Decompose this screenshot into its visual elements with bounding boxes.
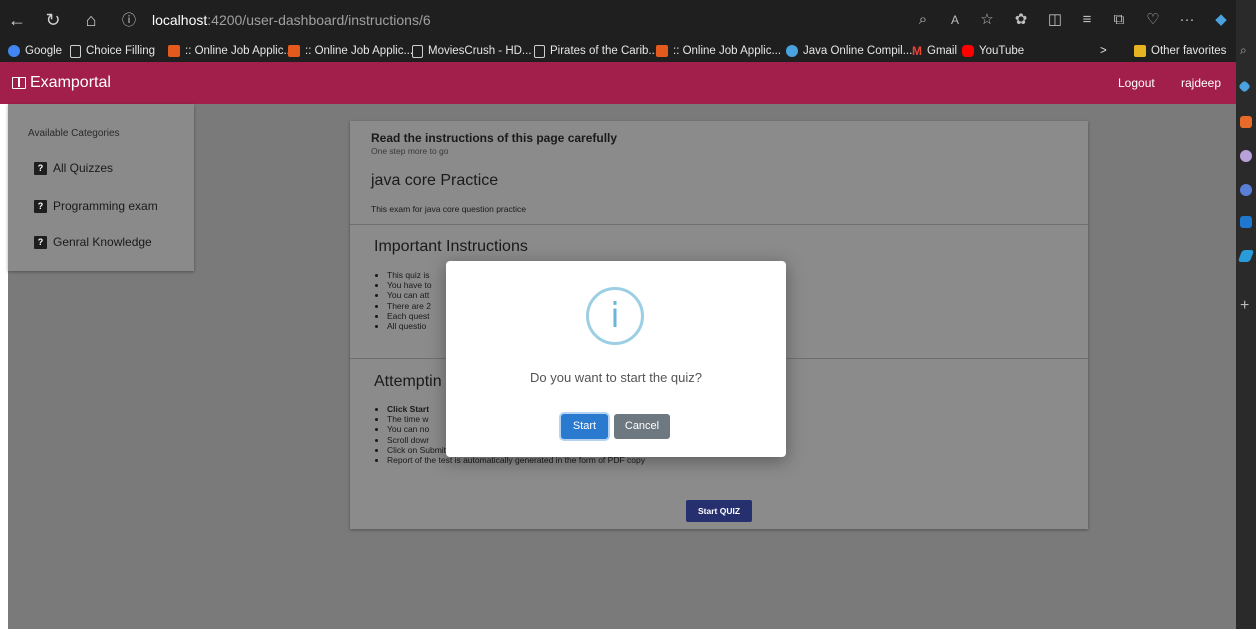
list-item: Each quest	[387, 311, 432, 321]
list-item: All questio	[387, 321, 432, 331]
important-list: This quiz is You have to You can att The…	[371, 270, 432, 331]
list-item: You have to	[387, 280, 432, 290]
logout-link[interactable]: Logout	[1118, 62, 1155, 104]
bookmark-moviescrush[interactable]: MoviesCrush - HD...	[412, 40, 532, 62]
list-item: This quiz is	[387, 270, 432, 280]
quiz-icon: ?	[34, 235, 47, 249]
extensions-icon[interactable]: ✿	[1010, 0, 1032, 40]
bookmark-online-job-2[interactable]: :: Online Job Applic...	[288, 40, 413, 62]
sidebar-item-genral-knowledge[interactable]: ? Genral Knowledge	[34, 235, 152, 249]
split-screen-icon[interactable]: ◫	[1044, 0, 1066, 40]
list-item-text: Click Start	[387, 404, 430, 414]
info-icon: i	[586, 287, 644, 345]
start-quiz-button[interactable]: Start QUIZ	[686, 500, 752, 522]
sidebar-item-label: All Quizzes	[53, 161, 114, 175]
bookmark-pirates[interactable]: Pirates of the Carib...	[534, 40, 658, 62]
url-path: :4200/user-dashboard/instructions/6	[207, 12, 431, 28]
user-link[interactable]: rajdeep	[1181, 62, 1221, 104]
favorites-icon[interactable]: ≡	[1076, 0, 1098, 40]
home-icon[interactable]: ⌂	[78, 0, 104, 40]
gmail-icon: M	[912, 44, 922, 58]
bookmark-label: :: Online Job Applic...	[185, 45, 294, 57]
url-host: localhost	[152, 12, 208, 28]
site-icon	[656, 45, 668, 57]
favorite-star-icon[interactable]: ☆	[976, 0, 998, 40]
page-icon	[412, 44, 423, 58]
bookmark-label: :: Online Job Applic...	[673, 45, 782, 57]
page-icon	[534, 44, 545, 58]
important-title: Important Instructions	[374, 238, 528, 255]
list-item: There are 2	[387, 301, 432, 311]
bookmark-youtube[interactable]: YouTube	[962, 40, 1024, 62]
categories-title: Available Categories	[28, 128, 120, 139]
sidebar-shopping-icon[interactable]	[1240, 116, 1252, 128]
youtube-icon	[962, 45, 974, 57]
url-field[interactable]: localhost:4200/user-dashboard/instructio…	[152, 6, 912, 34]
heart-icon[interactable]: ♡	[1142, 0, 1164, 40]
bookmark-online-job-3[interactable]: :: Online Job Applic...	[656, 40, 781, 62]
site-icon	[168, 45, 180, 57]
globe-icon	[786, 45, 798, 57]
bookmark-label: Java Online Compil...	[803, 45, 913, 57]
sidebar-people-icon[interactable]	[1240, 150, 1252, 162]
start-button[interactable]: Start	[561, 414, 608, 439]
collections-icon[interactable]: ⧉	[1108, 0, 1130, 40]
quiz-title: java core Practice	[371, 172, 499, 189]
sidebar-item-all-quizzes[interactable]: ? All Quizzes	[34, 161, 113, 175]
sidebar-item-label: Genral Knowledge	[53, 235, 152, 249]
more-icon[interactable]: ···	[1176, 0, 1198, 40]
cancel-button[interactable]: Cancel	[614, 414, 670, 439]
attempting-title: Attemptin	[374, 373, 442, 390]
zoom-icon[interactable]: ⌕	[912, 0, 934, 40]
quiz-icon: ?	[34, 199, 47, 213]
bookmark-label: YouTube	[979, 45, 1025, 57]
bookmark-gmail[interactable]: M Gmail	[912, 40, 957, 62]
app-navbar	[0, 62, 1236, 104]
folder-icon	[1134, 45, 1146, 57]
bookmark-label: Pirates of the Carib...	[550, 45, 659, 57]
edge-sidebar	[1236, 0, 1256, 629]
copilot-icon[interactable]: ◆	[1210, 0, 1232, 40]
instructions-subheading: One step more to go	[371, 146, 449, 156]
quiz-icon: ?	[34, 161, 47, 175]
bookmark-label: :: Online Job Applic...	[305, 45, 414, 57]
bookmark-label: Choice Filling	[86, 45, 156, 57]
sidebar-item-label: Programming exam	[53, 199, 158, 213]
bookmark-online-job-1[interactable]: :: Online Job Applic...	[168, 40, 293, 62]
instructions-heading: Read the instructions of this page caref…	[371, 131, 618, 145]
sidebar-outlook-icon[interactable]	[1240, 216, 1252, 228]
bookmark-google[interactable]: Google	[8, 40, 62, 62]
sidebar-search-icon[interactable]: ⌕	[1240, 44, 1252, 56]
dialog-question: Do you want to start the quiz?	[530, 370, 702, 385]
sidebar-item-programming-exam[interactable]: ? Programming exam	[34, 199, 158, 213]
site-icon	[288, 45, 300, 57]
divider	[350, 224, 1088, 225]
bookmark-java-compiler[interactable]: Java Online Compil...	[786, 40, 912, 62]
bookmark-choice-filling[interactable]: Choice Filling	[70, 40, 155, 62]
brand-title[interactable]: Examportal	[30, 62, 111, 104]
other-favorites[interactable]: Other favorites	[1134, 40, 1226, 62]
bookmark-label: Google	[25, 45, 63, 57]
refresh-icon[interactable]: ↻	[40, 0, 66, 40]
google-icon	[8, 45, 20, 57]
site-info-icon[interactable]: ⓘ	[116, 0, 142, 40]
bookmark-label: Gmail	[927, 45, 958, 57]
other-favorites-label: Other favorites	[1151, 45, 1227, 57]
sidebar-add-icon[interactable]: +	[1240, 298, 1249, 314]
back-icon[interactable]: ←	[4, 0, 30, 40]
quiz-description: This exam for java core question practic…	[371, 204, 526, 214]
read-aloud-icon[interactable]: A	[944, 0, 966, 40]
bookmark-label: MoviesCrush - HD...	[428, 45, 532, 57]
book-icon	[12, 77, 26, 89]
sidebar-games-icon[interactable]	[1240, 184, 1252, 196]
list-item: You can att	[387, 290, 432, 300]
page-icon	[70, 44, 81, 58]
bookmarks-overflow-chevron-icon[interactable]: >	[1100, 40, 1107, 62]
